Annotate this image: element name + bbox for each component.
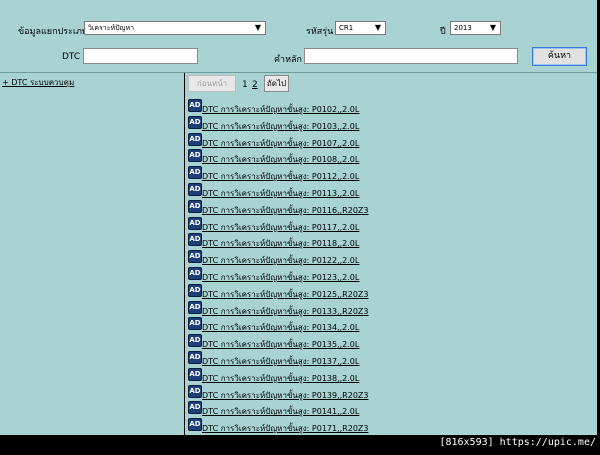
result-link[interactable]: DTC การวิเคราะห์ปัญหาขั้นสูง: P0107,,2.0… <box>202 137 359 150</box>
list-item: AD DTC การวิเคราะห์ปัญหาขั้นสูง: P0113,,2… <box>188 182 588 200</box>
result-link[interactable]: DTC การวิเคราะห์ปัญหาขั้นสูง: P0138,,2.0… <box>202 372 359 385</box>
ad-document-icon[interactable]: AD <box>188 334 202 348</box>
list-item: AD DTC การวิเคราะห์ปัญหาขั้นสูง: P0103,,2… <box>188 115 588 133</box>
list-item: AD DTC การวิเคราะห์ปัญหาขั้นสูง: P0116,,R… <box>188 199 588 217</box>
dtc-input[interactable] <box>83 48 198 64</box>
keyword-input[interactable] <box>304 48 518 64</box>
list-item: AD DTC การวิเคราะห์ปัญหาขั้นสูง: P0134,,2… <box>188 317 588 334</box>
result-link[interactable]: DTC การวิเคราะห์ปัญหาขั้นสูง: P0134,,2.0… <box>202 321 359 334</box>
app-frame: ข้อมูลแยกประเภท วิเคราะห์ปัญหา ▼ รหัสรุ่… <box>0 0 600 455</box>
result-link[interactable]: DTC การวิเคราะห์ปัญหาขั้นสูง: P0137,,2.0… <box>202 355 359 368</box>
prev-page-button[interactable]: ก่อนหน้า <box>188 75 236 92</box>
result-link[interactable]: DTC การวิเคราะห์ปัญหาขั้นสูง: P0122,,2.0… <box>202 254 359 267</box>
result-link[interactable]: DTC การวิเคราะห์ปัญหาขั้นสูง: P0141,,2.0… <box>202 405 359 418</box>
result-link[interactable]: DTC การวิเคราะห์ปัญหาขั้นสูง: P0123,,2.0… <box>202 271 359 284</box>
result-link[interactable]: DTC การวิเคราะห์ปัญหาขั้นสูง: P0133,,R20… <box>202 305 368 318</box>
list-item: AD DTC การวิเคราะห์ปัญหาขั้นสูง: P0118,,2… <box>188 233 588 250</box>
list-item: AD DTC การวิเคราะห์ปัญหาขั้นสูง: P0135,,2… <box>188 334 588 351</box>
list-item: AD DTC การวิเคราะห์ปัญหาขั้นสูง: P0125,,R… <box>188 283 588 301</box>
keyword-label: คำหลัก <box>274 55 302 65</box>
ad-document-icon[interactable]: AD <box>188 166 202 180</box>
ad-document-icon[interactable]: AD <box>188 115 202 129</box>
dtc-label: DTC <box>62 52 81 62</box>
result-link[interactable]: DTC การวิเคราะห์ปัญหาขั้นสูง: P0118,,2.0… <box>202 237 359 250</box>
ad-document-icon[interactable]: AD <box>188 250 202 264</box>
category-label: ข้อมูลแยกประเภท <box>18 27 88 37</box>
category-select-value: วิเคราะห์ปัญหา <box>88 24 135 32</box>
results-list: AD DTC การวิเคราะห์ปัญหาขั้นสูง: P0102,,2… <box>188 99 588 435</box>
result-link[interactable]: DTC การวิเคราะห์ปัญหาขั้นสูง: P0113,,2.0… <box>202 187 359 200</box>
tree-root-dtc-control[interactable]: + DTC ระบบควบคุม <box>2 76 74 89</box>
result-link[interactable]: DTC การวิเคราะห์ปัญหาขั้นสูง: P0117,,2.0… <box>202 221 359 234</box>
ad-document-icon[interactable]: AD <box>188 149 202 163</box>
ad-document-icon[interactable]: AD <box>188 182 202 196</box>
pane-splitter[interactable] <box>184 73 185 435</box>
model-select-value: CR1 <box>339 24 354 32</box>
result-link[interactable]: DTC การวิเคราะห์ปัญหาขั้นสูง: P0108,,2.0… <box>202 153 359 166</box>
ad-document-icon[interactable]: AD <box>188 300 202 314</box>
result-link[interactable]: DTC การวิเคราะห์ปัญหาขั้นสูง: P0135,,2.0… <box>202 338 359 351</box>
ad-document-icon[interactable]: AD <box>188 283 202 297</box>
model-select[interactable]: CR1 ▼ <box>335 21 386 35</box>
list-item: AD DTC การวิเคราะห์ปัญหาขั้นสูง: P0102,,2… <box>188 99 588 116</box>
chevron-down-icon: ▼ <box>489 23 497 32</box>
result-link[interactable]: DTC การวิเคราะห์ปัญหาขั้นสูง: P0171,,R20… <box>202 422 368 435</box>
ad-document-icon[interactable]: AD <box>188 233 202 247</box>
list-item: AD DTC การวิเคราะห์ปัญหาขั้นสูง: P0139,,R… <box>188 384 588 402</box>
category-select[interactable]: วิเคราะห์ปัญหา ▼ <box>84 21 266 35</box>
list-item: AD DTC การวิเคราะห์ปัญหาขั้นสูง: P0112,,2… <box>188 166 588 183</box>
page-link-2[interactable]: 2 <box>252 80 258 90</box>
ad-document-icon[interactable]: AD <box>188 199 202 213</box>
result-link[interactable]: DTC การวิเคราะห์ปัญหาขั้นสูง: P0103,,2.0… <box>202 120 359 133</box>
ad-document-icon[interactable]: AD <box>188 216 202 230</box>
list-item: AD DTC การวิเคราะห์ปัญหาขั้นสูง: P0141,,2… <box>188 401 588 418</box>
list-item: AD DTC การวิเคราะห์ปัญหาขั้นสูง: P0171,,R… <box>188 418 588 435</box>
ad-document-icon[interactable]: AD <box>188 99 202 112</box>
result-link[interactable]: DTC การวิเคราะห์ปัญหาขั้นสูง: P0102,,2.0… <box>202 103 359 116</box>
search-button[interactable]: ค้นหา <box>532 47 587 66</box>
ad-document-icon[interactable]: AD <box>188 401 202 415</box>
list-item: AD DTC การวิเคราะห์ปัญหาขั้นสูง: P0133,,R… <box>188 300 588 318</box>
year-label: ปี <box>440 27 446 37</box>
tree-pane: + DTC ระบบควบคุม <box>0 73 184 435</box>
list-item: AD DTC การวิเคราะห์ปัญหาขั้นสูง: P0107,,2… <box>188 132 588 150</box>
ad-document-icon[interactable]: AD <box>188 418 202 432</box>
result-link[interactable]: DTC การวิเคราะห์ปัญหาขั้นสูง: P0139,,R20… <box>202 389 368 402</box>
year-select-value: 2013 <box>454 24 472 32</box>
watermark-text: [816x593] https://upic.me/ <box>439 437 596 448</box>
list-item: AD DTC การวิเคราะห์ปัญหาขั้นสูง: P0137,,2… <box>188 350 588 368</box>
model-label: รหัสรุ่น <box>306 27 334 37</box>
ad-document-icon[interactable]: AD <box>188 367 202 381</box>
ad-document-icon[interactable]: AD <box>188 384 202 398</box>
list-item: AD DTC การวิเคราะห์ปัญหาขั้นสูง: P0122,,2… <box>188 250 588 267</box>
page-number-current: 1 <box>242 80 248 90</box>
ad-document-icon[interactable]: AD <box>188 317 202 331</box>
chevron-down-icon: ▼ <box>374 23 382 32</box>
result-link[interactable]: DTC การวิเคราะห์ปัญหาขั้นสูง: P0125,,R20… <box>202 288 368 301</box>
list-item: AD DTC การวิเคราะห์ปัญหาขั้นสูง: P0117,,2… <box>188 216 588 234</box>
main-screen: ข้อมูลแยกประเภท วิเคราะห์ปัญหา ▼ รหัสรุ่… <box>0 0 597 435</box>
next-page-button[interactable]: ถัดไป <box>264 75 289 92</box>
list-item: AD DTC การวิเคราะห์ปัญหาขั้นสูง: P0123,,2… <box>188 266 588 284</box>
result-link[interactable]: DTC การวิเคราะห์ปัญหาขั้นสูง: P0112,,2.0… <box>202 170 359 183</box>
ad-document-icon[interactable]: AD <box>188 266 202 280</box>
year-select[interactable]: 2013 ▼ <box>450 21 501 35</box>
ad-document-icon[interactable]: AD <box>188 132 202 146</box>
ad-document-icon[interactable]: AD <box>188 350 202 364</box>
chevron-down-icon: ▼ <box>254 23 262 32</box>
list-item: AD DTC การวิเคราะห์ปัญหาขั้นสูง: P0138,,2… <box>188 367 588 385</box>
result-link[interactable]: DTC การวิเคราะห์ปัญหาขั้นสูง: P0116,,R20… <box>202 204 368 217</box>
list-item: AD DTC การวิเคราะห์ปัญหาขั้นสูง: P0108,,2… <box>188 149 588 166</box>
